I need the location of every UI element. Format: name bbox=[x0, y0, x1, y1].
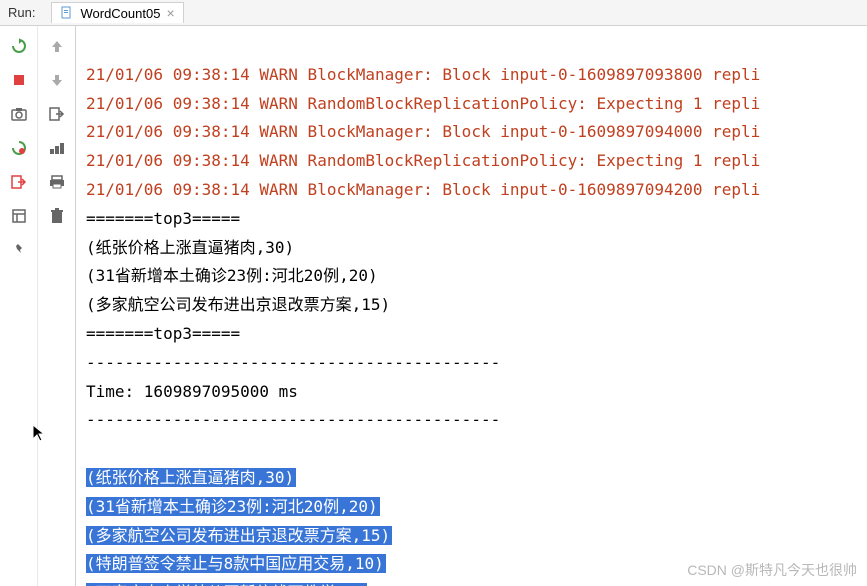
stop-icon[interactable] bbox=[9, 70, 29, 90]
camera-icon[interactable] bbox=[9, 104, 29, 124]
run-label: Run: bbox=[8, 5, 35, 20]
steps-icon[interactable] bbox=[47, 138, 67, 158]
output-line: ----------------------------------------… bbox=[86, 353, 500, 372]
log-line: 21/01/06 09:38:14 WARN BlockManager: Blo… bbox=[86, 65, 760, 84]
file-icon bbox=[60, 6, 74, 20]
output-line: =======top3===== bbox=[86, 324, 240, 343]
selected-line: (多家航空公司发布进出京退改票方案,15) bbox=[86, 526, 392, 545]
down-arrow-icon[interactable] bbox=[47, 70, 67, 90]
log-line: 21/01/06 09:38:14 WARN RandomBlockReplic… bbox=[86, 151, 760, 170]
watermark: CSDN @斯特凡今天也很帅 bbox=[687, 560, 857, 580]
exit-icon[interactable] bbox=[9, 172, 29, 192]
export-icon[interactable] bbox=[47, 104, 67, 124]
toolbar-left bbox=[0, 26, 38, 586]
output-line: Time: 1609897095000 ms bbox=[86, 382, 298, 401]
main-area: 21/01/06 09:38:14 WARN BlockManager: Blo… bbox=[0, 26, 867, 586]
log-line: 21/01/06 09:38:14 WARN RandomBlockReplic… bbox=[86, 94, 760, 113]
selected-line: (31省新增本土确诊23例:河北20例,20) bbox=[86, 497, 380, 516]
output-line: ----------------------------------------… bbox=[86, 410, 500, 429]
log-line: 21/01/06 09:38:14 WARN BlockManager: Blo… bbox=[86, 122, 760, 141]
selected-line: (纸张价格上涨直逼猪肉,30) bbox=[86, 468, 296, 487]
layout-icon[interactable] bbox=[9, 206, 29, 226]
run-tab[interactable]: WordCount05 × bbox=[51, 2, 183, 23]
console-output[interactable]: 21/01/06 09:38:14 WARN BlockManager: Blo… bbox=[76, 26, 867, 586]
toolbar-right bbox=[38, 26, 76, 586]
trash-icon[interactable] bbox=[47, 206, 67, 226]
close-icon[interactable]: × bbox=[166, 5, 174, 21]
output-line: (多家航空公司发布进出京退改票方案,15) bbox=[86, 295, 390, 314]
debug-icon[interactable] bbox=[9, 138, 29, 158]
tab-label: WordCount05 bbox=[80, 6, 160, 21]
print-icon[interactable] bbox=[47, 172, 67, 192]
log-line: 21/01/06 09:38:14 WARN BlockManager: Blo… bbox=[86, 180, 760, 199]
rerun-icon[interactable] bbox=[9, 36, 29, 56]
output-line: (纸张价格上涨直逼猪肉,30) bbox=[86, 238, 294, 257]
run-header: Run: WordCount05 × bbox=[0, 0, 867, 26]
selected-line: (特朗普签令禁止与8款中国应用交易,10) bbox=[86, 554, 386, 573]
pin-icon[interactable] bbox=[9, 240, 29, 260]
output-line: =======top3===== bbox=[86, 209, 240, 228]
up-arrow-icon[interactable] bbox=[47, 36, 67, 56]
output-line: (31省新增本土确诊23例:河北20例,20) bbox=[86, 266, 378, 285]
